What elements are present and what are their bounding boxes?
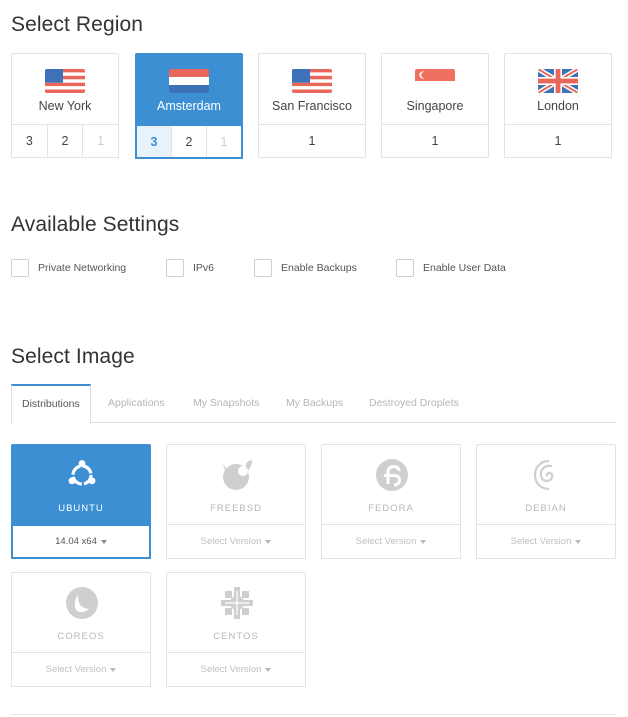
tab-distributions[interactable]: Distributions [11, 384, 91, 424]
chevron-down-icon [575, 539, 582, 544]
image-version-value: Select Version [510, 536, 572, 547]
image-version-value: Select Version [355, 536, 417, 547]
coreos-logo-icon [64, 585, 100, 621]
select-region-heading: Select Region [11, 13, 144, 36]
image-version-dropdown[interactable]: Select Version [476, 524, 616, 559]
ipv6-option[interactable]: IPv6 [166, 259, 214, 277]
image-version-dropdown[interactable]: Select Version [321, 524, 461, 559]
select-image-heading: Select Image [11, 345, 135, 368]
enable-backups-checkbox[interactable] [254, 259, 272, 277]
image-name-label: UBUNTU [58, 503, 104, 514]
chevron-down-icon [100, 539, 107, 544]
centos-logo-icon [219, 585, 255, 621]
fedora-logo-icon [374, 457, 410, 493]
region-card-new-york[interactable]: New York 3 2 1 [11, 53, 119, 158]
enable-user-data-checkbox[interactable] [396, 259, 414, 277]
image-version-value: 14.04 x64 [55, 536, 97, 547]
image-version-value: Select Version [200, 536, 262, 547]
region-version-selector: 1 [258, 124, 366, 158]
chevron-down-icon [110, 667, 117, 672]
region-version-option[interactable]: 1 [382, 125, 488, 157]
region-card-amsterdam[interactable]: Amsterdam 3 2 1 [135, 53, 243, 159]
image-version-value: Select Version [200, 664, 262, 675]
enable-backups-option[interactable]: Enable Backups [254, 259, 357, 277]
region-card-singapore[interactable]: Singapore 1 [381, 53, 489, 158]
region-city-label: London [537, 99, 579, 113]
region-card-london[interactable]: London 1 [504, 53, 612, 158]
chevron-down-icon [265, 539, 272, 544]
ipv6-checkbox[interactable] [166, 259, 184, 277]
section-divider [11, 714, 616, 715]
region-city-label: San Francisco [272, 99, 352, 113]
region-version-selector: 1 [381, 124, 489, 158]
us-flag-icon [292, 69, 332, 93]
image-version-value: Select Version [45, 664, 107, 675]
image-card-freebsd[interactable]: FREEBSD Select Version [166, 444, 306, 559]
region-city-label: Amsterdam [157, 99, 221, 113]
image-card-fedora[interactable]: FEDORA Select Version [321, 444, 461, 559]
region-version-option[interactable]: 1 [259, 125, 365, 157]
tab-applications[interactable]: Applications [108, 384, 165, 423]
region-city-label: Singapore [406, 99, 464, 113]
image-name-label: CENTOS [213, 631, 259, 642]
tab-my-snapshots[interactable]: My Snapshots [193, 384, 260, 423]
region-version-selector: 3 2 1 [11, 124, 119, 158]
enable-user-data-label: Enable User Data [423, 262, 506, 274]
image-name-label: COREOS [57, 631, 105, 642]
image-version-dropdown[interactable]: 14.04 x64 [11, 524, 151, 559]
image-card-debian[interactable]: DEBIAN Select Version [476, 444, 616, 559]
region-version-option[interactable]: 1 [505, 125, 611, 157]
image-name-label: FEDORA [368, 503, 414, 514]
debian-logo-icon [529, 457, 565, 493]
private-networking-label: Private Networking [38, 262, 127, 274]
region-version-option: 1 [82, 125, 118, 157]
nl-flag-icon [169, 69, 209, 93]
private-networking-option[interactable]: Private Networking [11, 259, 126, 277]
region-card-san-francisco[interactable]: San Francisco 1 [258, 53, 366, 158]
region-version-option-selected[interactable]: 3 [137, 126, 171, 157]
chevron-down-icon [420, 539, 427, 544]
image-card-ubuntu[interactable]: UBUNTU 14.04 x64 [11, 444, 151, 559]
image-version-dropdown[interactable]: Select Version [166, 652, 306, 687]
enable-user-data-option[interactable]: Enable User Data [396, 259, 506, 277]
region-city-label: New York [38, 99, 92, 113]
chevron-down-icon [265, 667, 272, 672]
ubuntu-logo-icon [64, 457, 100, 493]
available-settings-heading: Available Settings [11, 213, 180, 236]
region-version-selector: 1 [504, 124, 612, 158]
freebsd-logo-icon [219, 457, 255, 493]
region-version-option[interactable]: 3 [12, 125, 47, 157]
region-version-option[interactable]: 2 [46, 125, 83, 157]
image-tabs: Distributions Applications My Snapshots … [11, 384, 616, 424]
us-flag-icon [45, 69, 85, 93]
region-version-option[interactable]: 2 [171, 126, 206, 157]
tab-my-backups[interactable]: My Backups [286, 384, 343, 423]
sg-flag-icon [415, 69, 455, 93]
region-version-option: 1 [206, 126, 241, 157]
uk-flag-icon [538, 69, 578, 93]
image-name-label: FREEBSD [210, 503, 262, 514]
image-card-centos[interactable]: CENTOS Select Version [166, 572, 306, 687]
image-version-dropdown[interactable]: Select Version [166, 524, 306, 559]
tab-destroyed-droplets[interactable]: Destroyed Droplets [369, 384, 459, 423]
image-card-coreos[interactable]: COREOS Select Version [11, 572, 151, 687]
image-version-dropdown[interactable]: Select Version [11, 652, 151, 687]
region-version-selector: 3 2 1 [135, 124, 243, 159]
ipv6-label: IPv6 [193, 262, 215, 274]
private-networking-checkbox[interactable] [11, 259, 29, 277]
enable-backups-label: Enable Backups [281, 262, 357, 274]
image-name-label: DEBIAN [525, 503, 567, 514]
